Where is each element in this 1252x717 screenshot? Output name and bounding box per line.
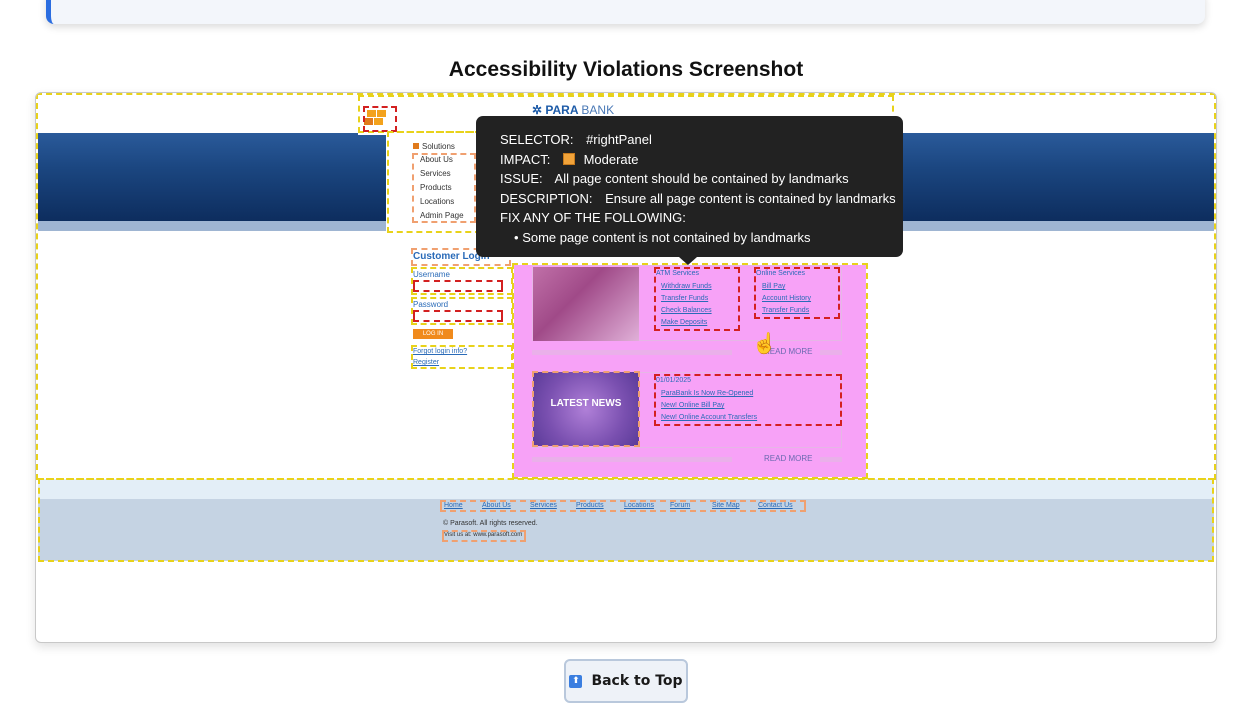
- tooltip-issue-row: ISSUE: All page content should be contai…: [500, 169, 903, 189]
- back-to-top-label: Back to Top: [591, 673, 683, 689]
- tooltip-fix-label: FIX ANY OF THE FOLLOWING:: [500, 210, 686, 226]
- bullet-icon: •: [514, 229, 519, 245]
- tooltip-description-row: DESCRIPTION: Ensure all page content is …: [500, 189, 903, 209]
- impact-moderate-icon: [562, 152, 575, 165]
- tooltip-fix-item: • Some page content is not contained by …: [514, 229, 811, 245]
- tooltip-issue-label: ISSUE:: [500, 171, 543, 187]
- violation-outline-username-field: [411, 267, 513, 295]
- tooltip-description-value: Ensure all page content is contained by …: [605, 190, 896, 206]
- tooltip-issue-value: All page content should be contained by …: [554, 171, 849, 187]
- arrow-up-icon: ⬆: [569, 674, 583, 688]
- violation-outline-footer-visit: [442, 530, 526, 542]
- hand-cursor-icon: ☝: [752, 333, 777, 355]
- violation-outline-atm-links: [654, 267, 740, 331]
- section-title: Accessibility Violations Screenshot: [448, 58, 804, 81]
- violation-outline-news-links: [654, 374, 842, 426]
- violation-outline-footer-links: [440, 500, 806, 512]
- violation-outline-logo: [363, 106, 397, 132]
- tooltip-impact-label: IMPACT:: [500, 151, 551, 167]
- tooltip-description-label: DESCRIPTION:: [500, 190, 593, 206]
- violation-outline-online-links: [754, 267, 840, 319]
- tooltip-selector-label: SELECTOR:: [500, 132, 574, 147]
- back-to-top-button[interactable]: ⬆ Back to Top: [564, 659, 688, 703]
- tooltip-impact-value: Moderate: [583, 151, 639, 167]
- violation-outline-news-image: [532, 371, 640, 447]
- violation-tooltip: SELECTOR: #rightPanel IMPACT: Moderate I…: [476, 116, 903, 257]
- previous-section-card: [46, 0, 1205, 24]
- tooltip-impact-row: IMPACT: Moderate: [500, 150, 903, 170]
- tooltip-selector-row: SELECTOR: #rightPanel: [500, 130, 903, 150]
- violation-outline-login-links: [411, 345, 513, 369]
- violation-outline-nav-list: [412, 153, 476, 223]
- tooltip-selector-value: #rightPanel: [586, 132, 652, 147]
- violation-outline-footer: [38, 478, 1214, 562]
- violation-outline-password-field: [411, 297, 513, 325]
- tooltip-arrow: [679, 257, 697, 265]
